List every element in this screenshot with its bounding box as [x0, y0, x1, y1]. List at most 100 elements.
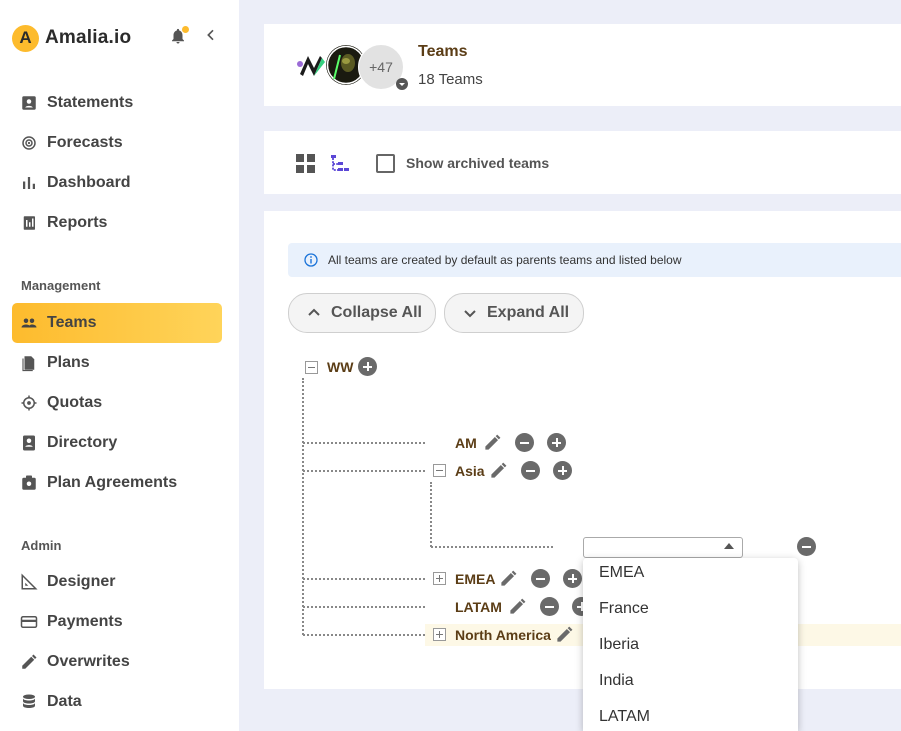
dropdown-option[interactable]: France [599, 600, 649, 618]
nav-quotas-label: Quotas [47, 394, 103, 411]
tree-node-emea[interactable]: EMEA [455, 571, 495, 587]
show-archived-label[interactable]: Show archived teams [406, 155, 549, 171]
chevron-left-icon[interactable] [203, 27, 219, 43]
tree-node-am[interactable]: AM [455, 435, 477, 451]
teams-icon [21, 318, 37, 328]
dropdown-option[interactable]: EMEA [599, 564, 644, 582]
nav-dashboard[interactable]: Dashboard [12, 163, 222, 203]
collapse-toggle[interactable] [433, 464, 446, 477]
info-text: All teams are created by default as pare… [328, 253, 682, 267]
tree-connector [303, 442, 425, 444]
logo[interactable]: A Amalia.io [12, 24, 131, 52]
chevron-down-icon [464, 310, 476, 318]
overwrites-icon [22, 654, 37, 669]
section-management: Management [21, 278, 101, 293]
collapse-all-label: Collapse All [331, 304, 422, 321]
tree-connector [303, 470, 425, 472]
tree-connector [303, 606, 425, 608]
nav-plan-agreements[interactable]: Plan Agreements [12, 463, 222, 503]
quotas-icon [21, 395, 37, 411]
plan-agreements-icon [22, 475, 36, 490]
nav-directory-label: Directory [47, 434, 118, 451]
caret-up-icon[interactable] [724, 543, 734, 549]
avatar-logo[interactable] [294, 48, 328, 82]
pencil-icon[interactable] [508, 597, 527, 616]
tree-connector [431, 546, 553, 548]
notification-dot [182, 26, 189, 33]
nav-plans-label: Plans [47, 354, 90, 371]
remove-button[interactable] [521, 461, 540, 480]
add-child-button[interactable] [563, 569, 582, 588]
view-toolbar-card [264, 131, 901, 194]
dropdown-option[interactable]: LATAM [599, 708, 650, 726]
dashboard-icon [23, 177, 35, 189]
add-child-button[interactable] [358, 357, 377, 376]
remove-button[interactable] [797, 537, 816, 556]
plans-icon [22, 356, 35, 372]
nav-payments[interactable]: Payments [12, 602, 222, 642]
brand-name: Amalia.io [45, 27, 132, 48]
pencil-icon[interactable] [555, 625, 574, 644]
chevron-up-icon [308, 308, 320, 316]
nav-forecasts-label: Forecasts [47, 134, 123, 151]
nav-overwrites-label: Overwrites [47, 653, 130, 670]
data-icon [23, 694, 35, 708]
nav-overwrites[interactable]: Overwrites [12, 642, 222, 682]
add-child-button[interactable] [553, 461, 572, 480]
grid-view-icon[interactable] [296, 154, 316, 174]
designer-icon [21, 573, 38, 590]
tree-connector [303, 578, 425, 580]
expand-all-label: Expand All [487, 304, 570, 321]
nav-plan-agreements-label: Plan Agreements [47, 474, 178, 491]
nav-designer[interactable]: Designer [12, 562, 222, 602]
nav-reports-label: Reports [47, 214, 108, 231]
team-select-dropdown: EMEA France Iberia India LATAM [583, 558, 798, 731]
tree-connector [303, 634, 425, 636]
nav-teams-label: Teams [47, 314, 97, 331]
statement-icon [22, 96, 36, 110]
collapse-toggle[interactable] [305, 361, 318, 374]
page-title: Teams [418, 43, 468, 60]
tree-view-icon[interactable] [330, 154, 350, 174]
nav-statements-label: Statements [47, 94, 134, 111]
nav-directory[interactable]: Directory [12, 423, 222, 463]
section-admin: Admin [21, 538, 62, 553]
nav-payments-label: Payments [47, 613, 123, 630]
pencil-icon[interactable] [499, 569, 518, 588]
tree-node-asia[interactable]: Asia [455, 463, 485, 479]
remove-button[interactable] [540, 597, 559, 616]
tree-connector [430, 482, 432, 547]
dropdown-option[interactable]: Iberia [599, 636, 639, 654]
expand-all-button[interactable]: Expand All [444, 293, 584, 333]
dropdown-option[interactable]: India [599, 672, 634, 690]
info-icon [304, 253, 318, 267]
logo-mark: A [12, 24, 39, 52]
tree-node-latam[interactable]: LATAM [455, 599, 502, 615]
tree-node-ww[interactable]: WW [327, 359, 353, 375]
expand-toggle[interactable] [433, 572, 446, 585]
team-select[interactable] [583, 537, 743, 558]
nav-plans[interactable]: Plans [12, 343, 222, 383]
tree-connector [302, 378, 304, 635]
nav-data-label: Data [47, 693, 82, 710]
forecast-icon [22, 136, 36, 150]
pencil-icon[interactable] [483, 433, 502, 452]
collapse-all-button[interactable]: Collapse All [288, 293, 436, 333]
add-child-button[interactable] [547, 433, 566, 452]
remove-button[interactable] [515, 433, 534, 452]
directory-icon [23, 435, 35, 451]
show-archived-checkbox[interactable] [376, 154, 395, 173]
dropdown-chevron-icon[interactable] [396, 78, 408, 90]
nav-quotas[interactable]: Quotas [12, 383, 222, 423]
nav-teams[interactable]: Teams [12, 303, 222, 343]
remove-button[interactable] [531, 569, 550, 588]
nav-reports[interactable]: Reports [12, 203, 222, 243]
nav-statements[interactable]: Statements [12, 83, 222, 123]
expand-toggle[interactable] [433, 628, 446, 641]
tree-node-north-america[interactable]: North America [455, 627, 551, 643]
nav-data[interactable]: Data [12, 682, 222, 722]
team-count: 18 Teams [418, 71, 483, 88]
payments-icon [20, 616, 38, 628]
pencil-icon[interactable] [489, 461, 508, 480]
nav-forecasts[interactable]: Forecasts [12, 123, 222, 163]
